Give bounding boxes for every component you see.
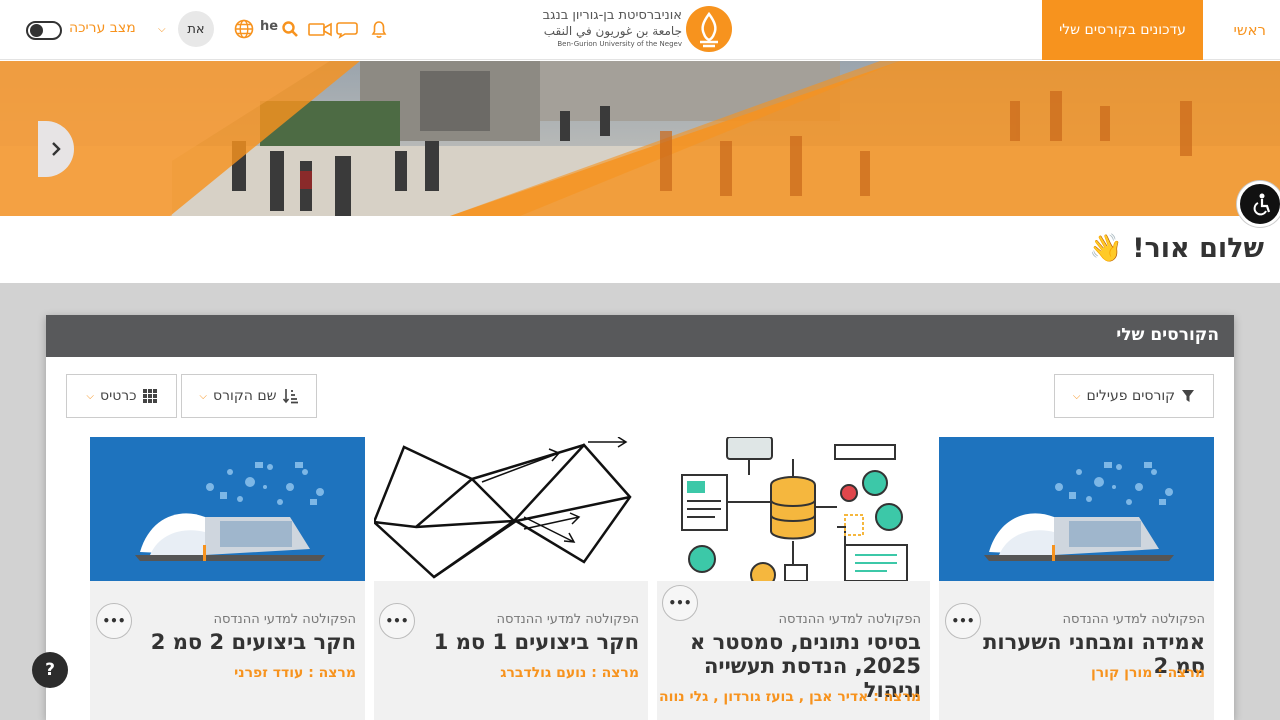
course-faculty: הפקולטה למדעי ההנדסה	[778, 612, 921, 627]
course-teacher: מרצה : מורן קורן	[1090, 665, 1205, 681]
messages-chat-icon[interactable]	[334, 16, 360, 42]
course-card[interactable]: הפקולטה למדעי ההנדסה אמידה ומבחני השערות…	[939, 437, 1214, 720]
filter-funnel-icon	[1182, 390, 1195, 402]
course-image-polygon-graph[interactable]	[374, 437, 648, 581]
logo-emblem-icon	[686, 6, 732, 52]
toggle-knob	[30, 24, 43, 37]
nav-course-updates-link[interactable]: עדכונים בקורסים שלי	[1042, 0, 1203, 60]
course-faculty: הפקולטה למדעי ההנדסה	[1062, 612, 1205, 627]
logo-english-name: Ben-Gurion University of the Negev	[557, 40, 682, 48]
user-avatar[interactable]: את	[178, 11, 214, 47]
university-logo[interactable]: אוניברסיטת בן-גוריון בנגב جامعة بن غوريو…	[543, 6, 732, 54]
sort-ascending-icon	[282, 389, 298, 404]
course-menu-ellipsis-icon[interactable]: •••	[945, 603, 981, 639]
notifications-bell-icon[interactable]	[366, 16, 392, 42]
course-card[interactable]: הפקולטה למדעי ההנדסה חקר ביצועים 2 סמ 2 …	[90, 437, 365, 720]
view-mode-label: כרטיס	[99, 388, 137, 404]
language-code[interactable]: he	[260, 19, 278, 34]
course-card[interactable]: הפקולטה למדעי ההנדסה חקר ביצועים 1 סמ 1 …	[374, 437, 648, 720]
user-menu-chevron-down-icon[interactable]: ⌵	[158, 24, 166, 35]
panel-title: הקורסים שלי	[1116, 325, 1219, 345]
course-title[interactable]: חקר ביצועים 2 סמ 2	[106, 630, 356, 654]
chevron-down-icon: ⌵	[1072, 390, 1081, 402]
edit-mode-toggle[interactable]	[26, 21, 62, 40]
hero-banner-image	[0, 61, 1280, 216]
nav-home-link[interactable]: ראשי	[1234, 0, 1266, 60]
course-faculty: הפקולטה למדעי ההנדסה	[213, 612, 356, 627]
course-title[interactable]: חקר ביצועים 1 סמ 1	[389, 630, 639, 654]
course-faculty: הפקולטה למדעי ההנדסה	[496, 612, 639, 627]
course-menu-ellipsis-icon[interactable]: •••	[379, 603, 415, 639]
course-image-book-laptop[interactable]	[90, 437, 365, 581]
course-teacher: מרצה : אדיר אבן , בועז גורדון , גלי נווה	[659, 689, 921, 705]
course-card[interactable]: הפקולטה למדעי ההנדסה בסיסי נתונים, סמסטר…	[657, 437, 930, 720]
sort-label: שם הקורס	[213, 388, 277, 404]
course-filter-label: קורסים פעילים	[1086, 388, 1176, 404]
my-courses-panel: הקורסים שלי ⌵ קורסים פעילים ⌵ שם הקורס ⌵…	[46, 315, 1234, 720]
logo-hebrew-name: אוניברסיטת בן-גוריון בנגב	[542, 8, 682, 23]
course-menu-ellipsis-icon[interactable]: •••	[96, 603, 132, 639]
logo-arabic-name: جامعة بن غوريون في النقب	[543, 24, 682, 38]
chevron-down-icon: ⌵	[86, 390, 94, 402]
search-icon[interactable]	[277, 16, 303, 42]
panel-header: הקורסים שלי	[46, 315, 1234, 357]
course-menu-ellipsis-icon[interactable]: •••	[662, 585, 698, 621]
course-image-database-diagram[interactable]	[657, 437, 930, 581]
view-mode-dropdown[interactable]: ⌵ כרטיס	[66, 374, 177, 418]
course-image-book-laptop[interactable]	[939, 437, 1214, 581]
accessibility-icon[interactable]	[1237, 181, 1280, 227]
course-teacher: מרצה : עודד זפרני	[234, 665, 356, 681]
course-teacher: מרצה : נועם גולדברג	[500, 665, 639, 681]
help-question-icon[interactable]: ?	[32, 652, 68, 688]
video-camera-icon[interactable]	[307, 16, 333, 42]
page-greeting: שלום אור! 👋	[1089, 233, 1264, 264]
course-filter-dropdown[interactable]: ⌵ קורסים פעילים	[1054, 374, 1214, 418]
sort-dropdown[interactable]: ⌵ שם הקורס	[181, 374, 317, 418]
chevron-down-icon: ⌵	[199, 390, 208, 402]
grid-view-icon	[142, 389, 157, 403]
globe-language-icon[interactable]	[231, 16, 257, 42]
edit-mode-label: מצב עריכה	[69, 20, 136, 36]
